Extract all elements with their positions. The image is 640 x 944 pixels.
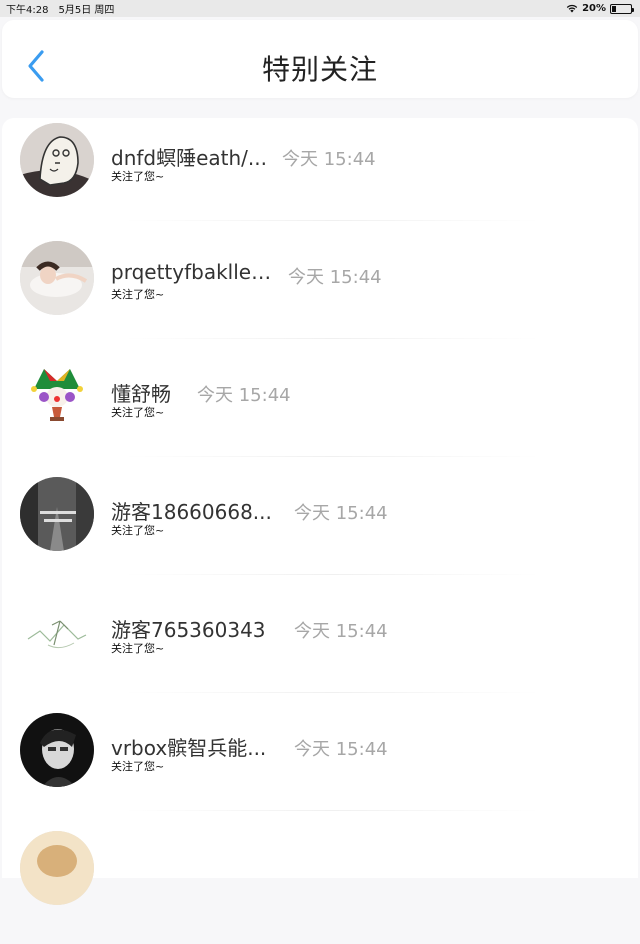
- avatar[interactable]: [20, 477, 94, 551]
- user-name[interactable]: 懂舒畅: [111, 378, 171, 407]
- user-name[interactable]: vrbox髌智兵能...: [111, 732, 266, 761]
- follow-message: 关注了您~: [111, 524, 165, 537]
- list-item[interactable]: 游客765360343 今天 15:44 关注了您~: [2, 590, 638, 708]
- battery-icon: [610, 3, 634, 14]
- divider: [122, 692, 542, 693]
- follow-message: 关注了您~: [111, 406, 165, 419]
- list-item[interactable]: 懂舒畅 今天 15:44 关注了您~: [2, 354, 638, 472]
- timestamp: 今天 15:44: [294, 621, 388, 642]
- divider: [122, 456, 542, 457]
- page-title: 特别关注: [261, 53, 378, 86]
- status-time: 下午4:28: [6, 5, 49, 16]
- status-date: 5月5日 周四: [58, 5, 115, 16]
- divider: [122, 338, 542, 339]
- status-bar: 下午4:28 5月5日 周四 20%: [0, 0, 640, 17]
- divider: [122, 220, 542, 221]
- header-bar: 特别关注: [2, 20, 638, 98]
- timestamp: 今天 15:44: [294, 739, 388, 760]
- user-name[interactable]: 游客18660668...: [111, 496, 272, 525]
- follow-message: 关注了您~: [111, 760, 165, 773]
- list-item[interactable]: dnfd螟陲eath/... 今天 15:44 关注了您~: [2, 118, 638, 236]
- avatar[interactable]: [20, 241, 94, 315]
- follow-message: 关注了您~: [111, 642, 165, 655]
- user-name[interactable]: dnfd螟陲eath/...: [111, 142, 267, 171]
- divider: [122, 574, 542, 575]
- avatar[interactable]: [20, 123, 94, 197]
- divider: [122, 810, 542, 811]
- follow-message: 关注了您~: [111, 170, 165, 183]
- list-item[interactable]: prqettyfbakllerі... 今天 15:44 关注了您~: [2, 236, 638, 354]
- avatar[interactable]: [20, 595, 94, 669]
- timestamp: 今天 15:44: [282, 149, 376, 170]
- timestamp: 今天 15:44: [288, 267, 382, 288]
- follow-message: 关注了您~: [111, 288, 165, 301]
- timestamp: 今天 15:44: [197, 385, 291, 406]
- avatar[interactable]: [20, 831, 94, 905]
- list-item[interactable]: [2, 826, 638, 944]
- notification-list: dnfd螟陲eath/... 今天 15:44 关注了您~ prqettyfba…: [2, 118, 638, 905]
- list-item[interactable]: vrbox髌智兵能... 今天 15:44 关注了您~: [2, 708, 638, 826]
- list-item[interactable]: 游客18660668... 今天 15:44 关注了您~: [2, 472, 638, 590]
- timestamp: 今天 15:44: [294, 503, 388, 524]
- avatar[interactable]: [20, 713, 94, 787]
- battery-percent: 20%: [582, 3, 606, 14]
- wifi-icon: [566, 4, 578, 13]
- user-name[interactable]: 游客765360343: [111, 614, 266, 643]
- user-name[interactable]: prqettyfbakllerі...: [111, 260, 276, 284]
- avatar[interactable]: [20, 359, 94, 433]
